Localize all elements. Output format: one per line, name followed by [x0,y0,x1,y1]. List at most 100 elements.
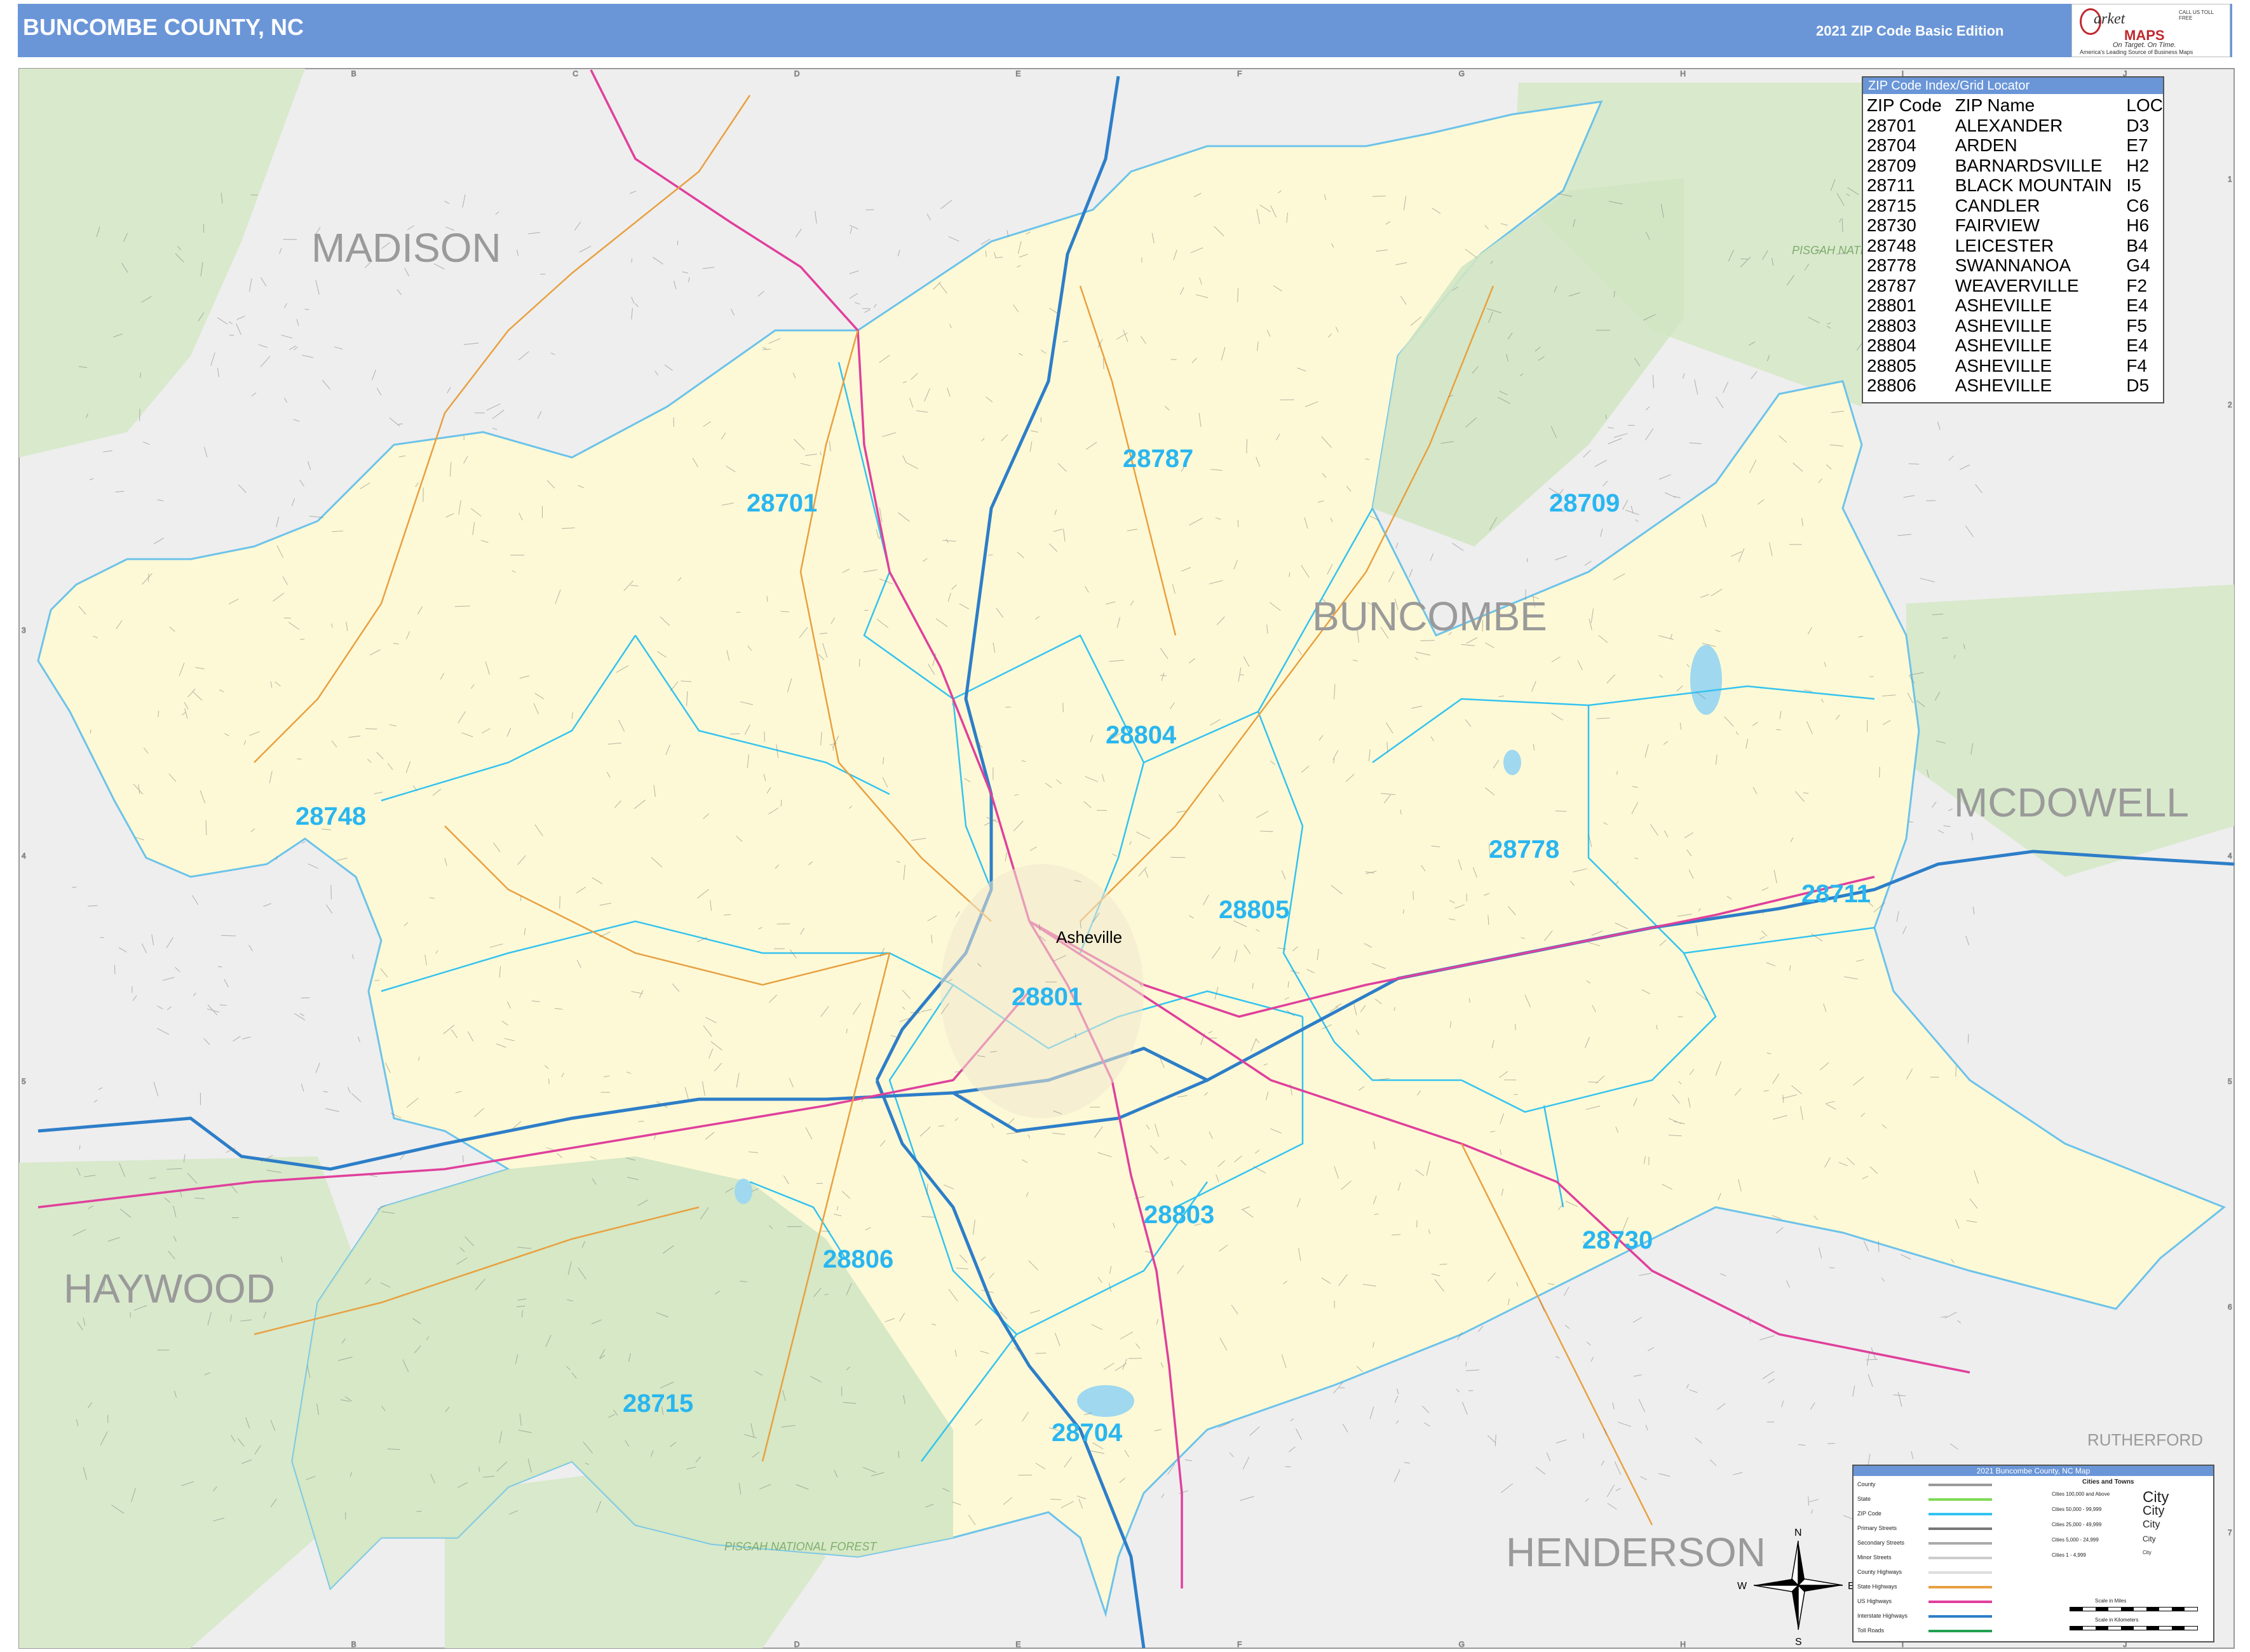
city-label-asheville: Asheville [1056,928,1122,947]
zip-label-28709: 28709 [1549,489,1620,517]
zip-index-header-row: ZIP Code ZIP Name LOC [1867,95,2163,115]
zip-index-row: 28709 BARNARDSVILLE H2 [1867,155,2150,175]
grid-column-label: H [1680,1640,1686,1649]
zip-label-28803: 28803 [1144,1201,1214,1229]
zip-label-28805: 28805 [1219,896,1289,924]
legend-city-sample: City [2143,1534,2156,1543]
zip-index-row: 28711 BLACK MOUNTAIN I5 [1867,175,2141,195]
grid-column-label: F [1237,1640,1242,1649]
legend-item-label: US Highways [1857,1598,1892,1604]
zip-index-title: ZIP Code Index/Grid Locator [1863,78,2163,94]
grid-column-label: H [1680,69,1686,78]
zip-label-28801: 28801 [1012,983,1082,1011]
zip-index-row: 28801 ASHEVILLE E4 [1867,295,2148,315]
grid-column-label: D [794,1640,800,1649]
zip-label-28701: 28701 [747,489,817,517]
legend-item-swatch [1928,1542,1992,1545]
zip-label-28715: 28715 [623,1390,693,1418]
grid-row-label: 6 [2228,1303,2232,1311]
legend-item-swatch [1928,1615,1992,1618]
legend-city-class: Cities 25,000 - 49,999 [2052,1522,2102,1527]
map-title: BUNCOMBE COUNTY, NC [23,14,304,40]
zip-label-28806: 28806 [823,1245,893,1273]
scale-miles-label: Scale in Miles [2095,1598,2127,1604]
legend-item-label: Secondary Streets [1857,1540,1905,1546]
zip-index-row: 28701 ALEXANDER D3 [1867,115,2150,135]
legend-city-class: Cities 5,000 - 24,999 [2052,1537,2099,1543]
legend-item-label: Toll Roads [1857,1627,1885,1634]
county-label-rutherford: RUTHERFORD [2087,1430,2203,1449]
zip-index-row: 28803 ASHEVILLE F5 [1867,315,2148,335]
legend-item-label: Interstate Highways [1857,1613,1908,1619]
zip-label-28787: 28787 [1123,445,1193,473]
legend-item-label: Minor Streets [1857,1554,1892,1561]
legend-item-swatch [1928,1571,1992,1574]
zip-code-index: ZIP Code Index/Grid Locator ZIP Code ZIP… [1862,76,2164,403]
county-label-henderson: HENDERSON [1506,1529,1766,1575]
svg-text:S: S [1795,1637,1802,1648]
legend-title: 2021 Buncombe County, NC Map [1854,1466,2213,1476]
legend-city-class: Cities 100,000 and Above [2052,1491,2110,1497]
zip-index-row: 28730 FAIRVIEW H6 [1867,215,2150,235]
legend-item-swatch [1928,1513,1992,1515]
legend-item-swatch [1928,1498,1992,1501]
zip-index-row: 28805 ASHEVILLE F4 [1867,355,2148,376]
zip-label-28711: 28711 [1801,880,1871,908]
legend-cities-title: Cities and Towns [2082,1479,2134,1486]
grid-row-label: 5 [22,1077,26,1086]
grid-column-label: G [1459,69,1465,78]
legend-item-label: State Highways [1857,1583,1897,1590]
grid-column-label: E [1015,69,1020,78]
grid-row-label: 3 [22,626,26,635]
grid-column-label: G [1459,1640,1465,1649]
scale-bar-km [2070,1626,2198,1630]
county-label-mcdowell: MCDOWELL [1954,780,2189,825]
legend-item-label: County [1857,1481,1876,1487]
legend-item-swatch [1928,1527,1992,1530]
legend-item-label: County Highways [1857,1569,1902,1575]
grid-row-label: 7 [2228,1528,2232,1537]
zip-label-28748: 28748 [295,802,366,830]
market-maps-logo: arket MAPS On Target. On Time. America's… [2071,4,2230,57]
legend-city-sample: City [2143,1519,2160,1530]
forest-label-south: PISGAH NATIONAL FOREST [724,1540,878,1553]
legend-item-swatch [1928,1630,1992,1632]
zip-index-row: 28748 LEICESTER B4 [1867,235,2148,255]
zip-index-row: 28787 WEAVERVILLE F2 [1867,275,2148,295]
legend-city-sample: City [2143,1504,2165,1518]
legend-item-swatch [1928,1484,1992,1486]
zip-label-28804: 28804 [1106,721,1177,749]
legend-city-class: Cities 1 - 4,999 [2052,1552,2086,1558]
grid-row-label: 5 [2228,1077,2232,1086]
county-label-haywood: HAYWOOD [64,1266,275,1311]
grid-column-label: F [1237,69,1242,78]
zip-label-28730: 28730 [1582,1226,1653,1254]
legend-item-label: State [1857,1496,1871,1502]
svg-text:N: N [1794,1527,1802,1538]
legend-item-swatch [1928,1557,1992,1559]
zip-index-row: 28804 ASHEVILLE E4 [1867,335,2148,355]
svg-text:W: W [1737,1581,1747,1592]
header-bar: BUNCOMBE COUNTY, NC 2021 ZIP Code Basic … [18,4,2232,57]
legend-item-label: ZIP Code [1857,1510,1881,1517]
zip-index-row: 28715 CANDLER C6 [1867,195,2150,215]
grid-row-label: 1 [2228,175,2232,184]
map-legend: 2021 Buncombe County, NC Map County State… [1852,1465,2214,1642]
grid-column-label: D [794,69,800,78]
legend-item-swatch [1928,1601,1992,1603]
scale-bar-miles [2070,1607,2198,1611]
zip-index-row: 28778 SWANNANOA G4 [1867,255,2150,275]
zip-index-row: 28704 ARDEN E7 [1867,135,2148,155]
scale-km-label: Scale in Kilometers [2095,1617,2139,1623]
grid-column-label: E [1015,1640,1020,1649]
grid-row-label: 4 [22,851,26,860]
zip-label-28778: 28778 [1489,836,1559,863]
grid-column-label: B [351,1640,356,1649]
legend-item-label: Primary Streets [1857,1525,1897,1531]
grid-row-label: 2 [2228,400,2232,409]
grid-column-label: C [573,69,578,78]
zip-index-row: 28806 ASHEVILLE D5 [1867,376,2150,395]
legend-item-swatch [1928,1586,1992,1588]
grid-row-label: 4 [2228,851,2232,860]
legend-city-class: Cities 50,000 - 99,999 [2052,1506,2102,1512]
